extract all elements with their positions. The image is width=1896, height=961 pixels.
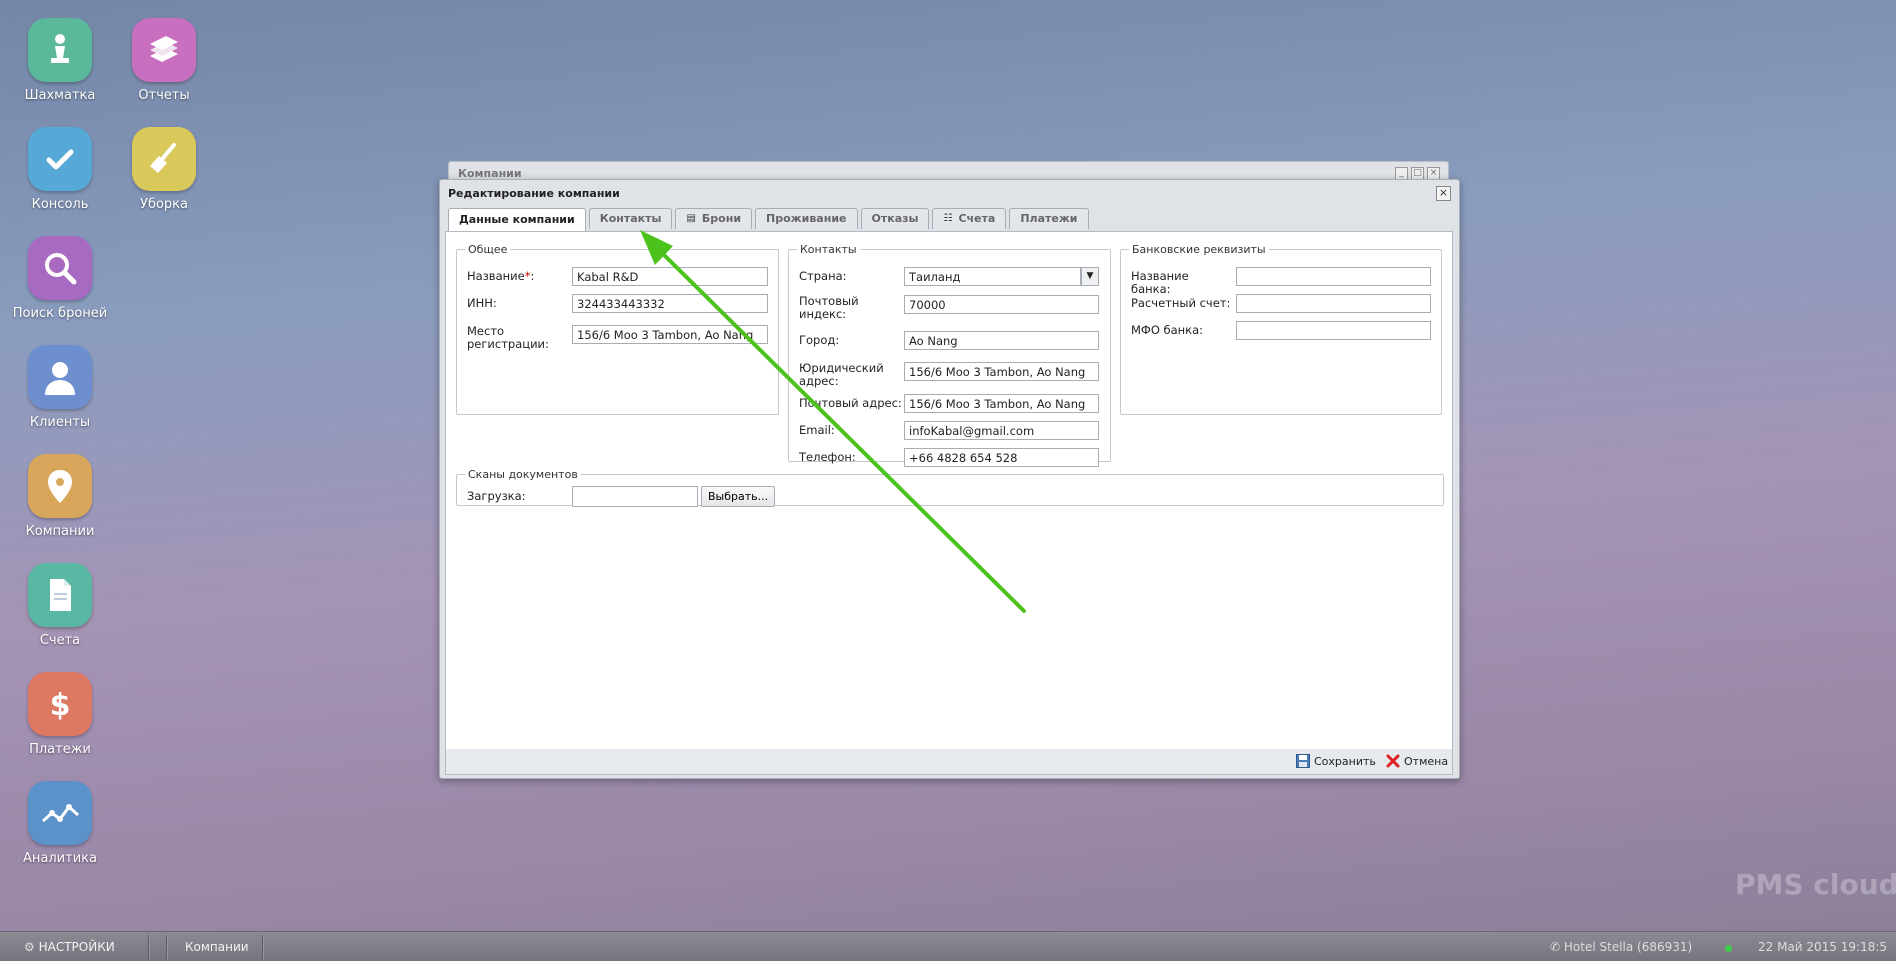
settings-button[interactable]: ⚙ НАСТРОЙКИ (24, 940, 115, 954)
settings-label: НАСТРОЙКИ (38, 940, 115, 954)
annotation-arrow (640, 230, 1026, 613)
gear-icon: ⚙ (24, 940, 35, 954)
phone-icon: ✆ (1550, 940, 1561, 954)
online-status-indicator (1725, 945, 1732, 952)
hotel-label: ✆ Hotel Stella (686931) (1550, 940, 1692, 954)
datetime-label: 22 Май 2015 19:18:5 (1758, 940, 1888, 954)
taskbar-divider (166, 935, 167, 960)
pms-cloud-logo: PMS cloud (1735, 868, 1896, 901)
taskbar-window-companies[interactable]: Компании (185, 940, 249, 954)
taskbar-divider (148, 935, 149, 960)
hotel-name: Hotel Stella (686931) (1563, 940, 1693, 954)
taskbar: ⚙ НАСТРОЙКИ Компании ✆ Hotel Stella (686… (0, 931, 1896, 961)
taskbar-divider (262, 935, 263, 960)
